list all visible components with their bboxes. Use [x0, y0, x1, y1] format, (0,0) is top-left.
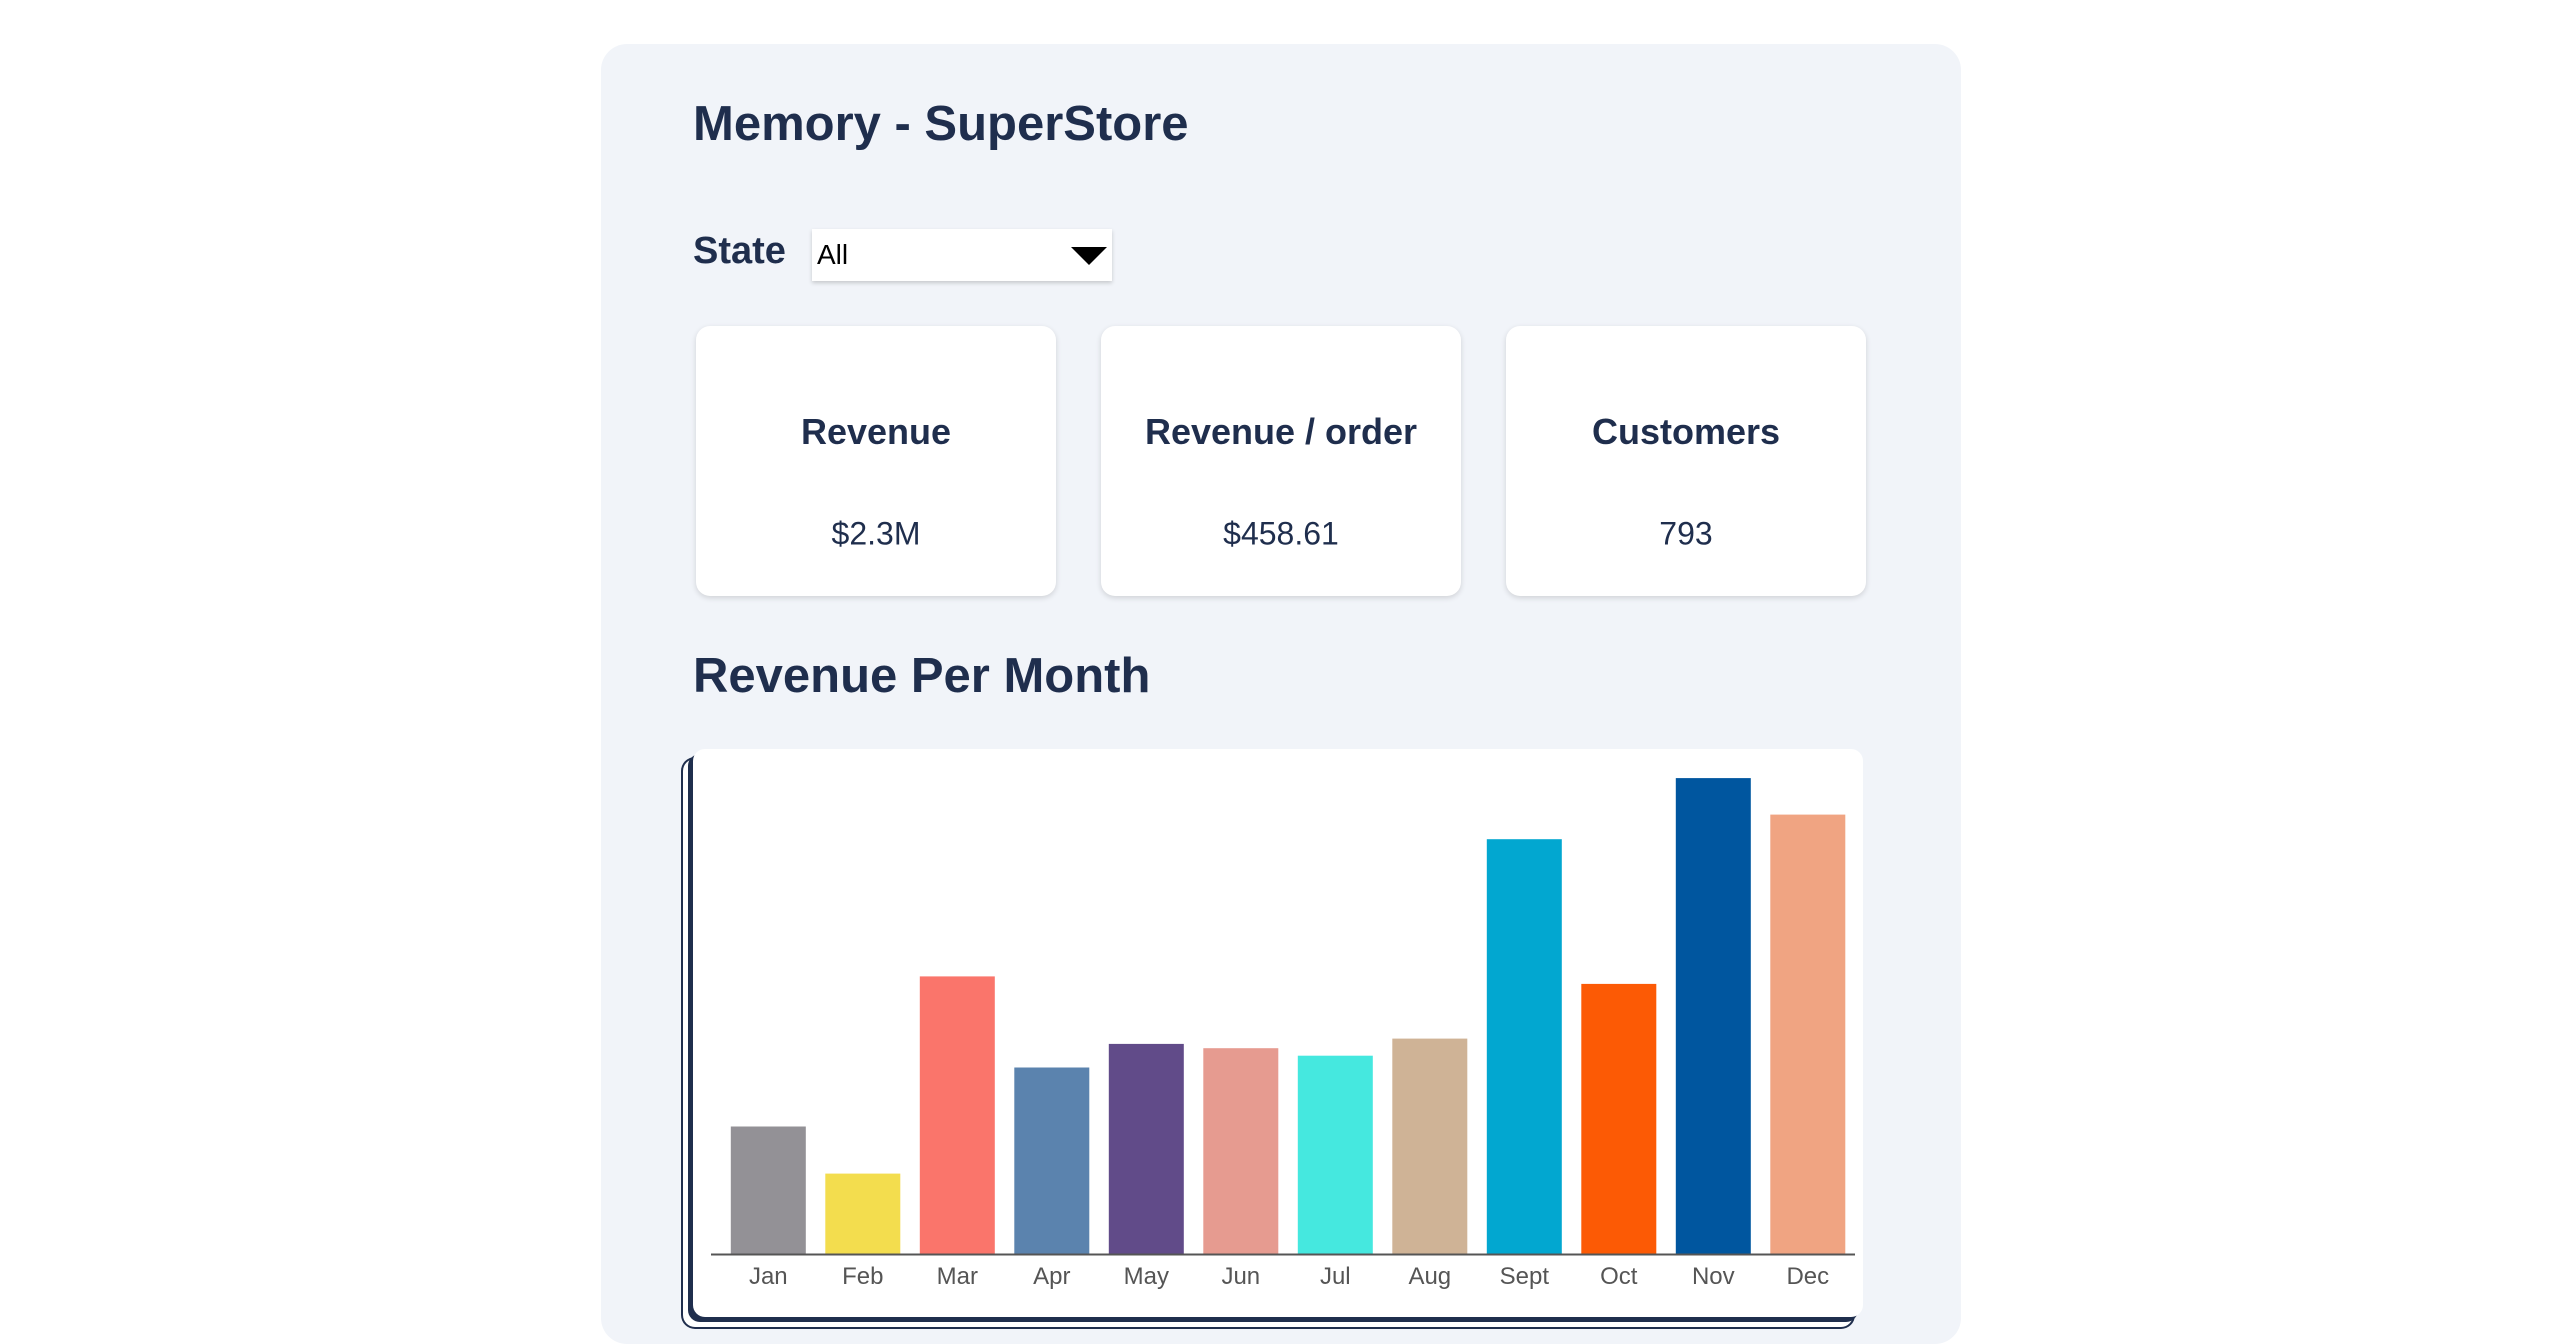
x-tick-label: Aug	[1408, 1263, 1451, 1290]
bar-apr[interactable]	[1014, 1067, 1090, 1255]
x-tick-label: Jan	[749, 1263, 788, 1290]
bar-oct[interactable]	[1581, 983, 1657, 1254]
x-tick-label: Nov	[1692, 1263, 1735, 1290]
kpi-value: $458.61	[1223, 515, 1339, 552]
state-select-value: All	[817, 239, 849, 270]
kpi-card-revenue-per-order: Revenue / order $458.61	[1101, 326, 1461, 596]
x-tick-label: May	[1124, 1263, 1169, 1290]
bar-dec[interactable]	[1770, 814, 1846, 1254]
bar-may[interactable]	[1108, 1043, 1184, 1254]
bar-aug[interactable]	[1392, 1038, 1468, 1254]
bar-jul[interactable]	[1297, 1055, 1373, 1254]
kpi-card-customers: Customers 793	[1506, 326, 1866, 596]
x-tick-label: Feb	[842, 1263, 883, 1290]
kpi-value: $2.3M	[831, 515, 921, 552]
bar-nov[interactable]	[1675, 778, 1751, 1254]
bar-mar[interactable]	[919, 976, 995, 1254]
page-title: Memory - SuperStore	[693, 97, 1189, 151]
kpi-label: Revenue / order	[1144, 411, 1418, 452]
revenue-bar-chart: Jan Feb Mar Apr May Jun Jul Aug Sept Oct Nov Dec	[711, 778, 1855, 1290]
x-tick-label: Mar	[937, 1263, 978, 1290]
x-tick-label: Apr	[1033, 1263, 1070, 1290]
kpi-label: Revenue	[800, 411, 952, 452]
dashboard-panel: Memory - SuperStore State All Revenue $2…	[601, 44, 1961, 1344]
chevron-down-icon	[1071, 247, 1107, 265]
revenue-chart: Jan Feb Mar Apr May Jun Jul Aug Sept Oct Nov Dec	[693, 749, 1863, 1317]
x-tick-label: Jul	[1320, 1263, 1351, 1290]
x-tick-label: Dec	[1786, 1263, 1829, 1290]
kpi-value: 793	[1659, 515, 1713, 552]
section-title: Revenue Per Month	[693, 649, 1151, 703]
x-tick-label: Jun	[1221, 1263, 1260, 1290]
bar-jan[interactable]	[730, 1126, 806, 1255]
kpi-label: Customers	[1591, 411, 1781, 452]
x-tick-label: Oct	[1600, 1263, 1638, 1290]
kpi-card-revenue: Revenue $2.3M	[696, 326, 1056, 596]
state-filter-label: State	[693, 230, 786, 272]
bar-jun[interactable]	[1203, 1048, 1279, 1254]
bar-sept[interactable]	[1486, 839, 1562, 1254]
state-select[interactable]: All	[812, 229, 1112, 281]
bar-feb[interactable]	[825, 1173, 901, 1254]
x-tick-label: Sept	[1500, 1263, 1550, 1290]
